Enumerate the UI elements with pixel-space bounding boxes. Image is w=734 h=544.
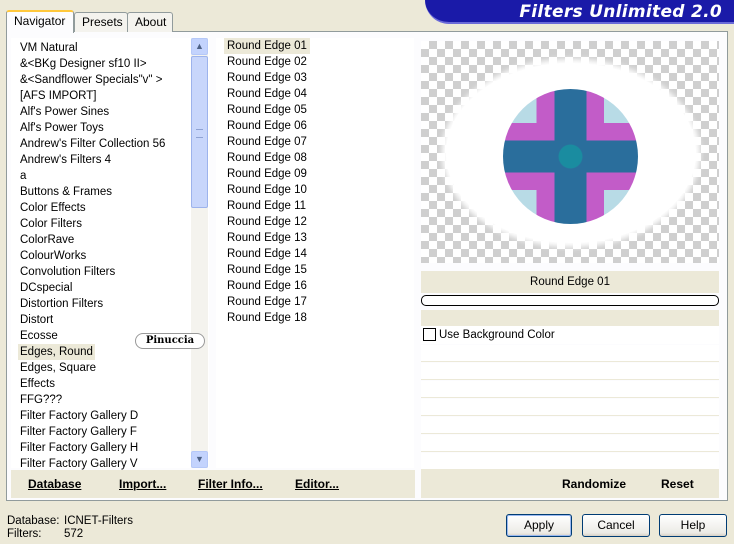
import-button[interactable]: Import... [119, 477, 166, 491]
filter-item[interactable]: Round Edge 13 [224, 230, 310, 246]
category-item[interactable]: &<BKg Designer sf10 II> [18, 56, 149, 72]
filter-item[interactable]: Round Edge 02 [224, 54, 310, 70]
category-item[interactable]: Alf's Power Sines [18, 104, 111, 120]
filter-item[interactable]: Round Edge 10 [224, 182, 310, 198]
filter-item[interactable]: Round Edge 09 [224, 166, 310, 182]
category-item[interactable]: ColourWorks [18, 248, 88, 264]
category-item[interactable]: Color Filters [18, 216, 84, 232]
category-item[interactable]: ColorRave [18, 232, 76, 248]
category-item[interactable]: DCspecial [18, 280, 74, 296]
scroll-up-button[interactable]: ▲ [191, 38, 208, 55]
parameter-strip [421, 310, 719, 326]
banner-title: Filters Unlimited 2.0 [519, 2, 722, 22]
filter-item[interactable]: Round Edge 12 [224, 214, 310, 230]
category-item[interactable]: a [18, 168, 28, 184]
category-item[interactable]: Buttons & Frames [18, 184, 114, 200]
use-bg-color-checkbox[interactable] [423, 328, 436, 341]
category-item[interactable]: Edges, Square [18, 360, 98, 376]
category-item[interactable]: Andrew's Filter Collection 56 [18, 136, 167, 152]
category-item[interactable]: Alf's Power Toys [18, 120, 106, 136]
action-strip: Database Import... Filter Info... Editor… [11, 470, 415, 498]
database-button[interactable]: Database [28, 477, 81, 491]
tab-presets[interactable]: Presets [74, 12, 128, 32]
filter-item[interactable]: Round Edge 16 [224, 278, 310, 294]
filters-count-value: 572 [64, 528, 84, 540]
filter-item[interactable]: Round Edge 14 [224, 246, 310, 262]
category-item[interactable]: Edges, Round [18, 344, 95, 360]
preview-pattern [503, 89, 638, 224]
parameter-slider[interactable] [421, 295, 719, 306]
category-item[interactable]: Filter Factory Gallery H [18, 440, 140, 456]
category-scrollbar[interactable]: ▲ ▼ [191, 38, 208, 468]
editor-button[interactable]: Editor... [295, 477, 339, 491]
category-list[interactable]: VM Natural &<BKg Designer sf10 II> &<Sandf… [11, 38, 209, 470]
filter-info-button[interactable]: Filter Info... [198, 477, 263, 491]
category-item[interactable]: Filter Factory Gallery D [18, 408, 140, 424]
database-label: Database: [7, 515, 60, 527]
category-item[interactable]: Convolution Filters [18, 264, 117, 280]
category-item[interactable]: Filter Factory Gallery F [18, 424, 139, 440]
parameter-row [421, 453, 719, 470]
category-item[interactable]: Distort [18, 312, 55, 328]
preview-filter-name: Round Edge 01 [421, 271, 719, 293]
parameter-row [421, 363, 719, 380]
preview-image [421, 41, 719, 263]
category-item[interactable]: Ecosse [18, 328, 60, 344]
category-item[interactable]: [AFS IMPORT] [18, 88, 98, 104]
filter-item[interactable]: Round Edge 08 [224, 150, 310, 166]
tab-navigator[interactable]: Navigator [6, 10, 74, 33]
filter-list[interactable]: Round Edge 01 Round Edge 02 Round Edge 03 R… [216, 38, 414, 468]
scroll-thumb[interactable] [191, 56, 208, 208]
database-value: ICNET-Filters [64, 515, 133, 527]
category-item[interactable]: Distortion Filters [18, 296, 105, 312]
action-strip-right: Randomize Reset [421, 470, 719, 498]
help-button[interactable]: Help [659, 514, 727, 537]
filter-item[interactable]: Round Edge 11 [224, 198, 309, 214]
filter-item[interactable]: Round Edge 17 [224, 294, 310, 310]
category-item[interactable]: FFG??? [18, 392, 64, 408]
use-bg-color-label: Use Background Color [439, 329, 555, 341]
category-item[interactable]: &<Sandflower Specials"v" > [18, 72, 164, 88]
scroll-down-button[interactable]: ▼ [191, 451, 208, 468]
filter-item[interactable]: Round Edge 04 [224, 86, 310, 102]
parameter-row [421, 381, 719, 398]
parameter-row [421, 417, 719, 434]
category-item[interactable]: VM Natural [18, 40, 80, 56]
filter-item[interactable]: Round Edge 05 [224, 102, 310, 118]
filters-count-label: Filters: [7, 528, 42, 540]
category-item[interactable]: Andrew's Filters 4 [18, 152, 113, 168]
reset-button[interactable]: Reset [661, 477, 694, 491]
filter-item[interactable]: Round Edge 07 [224, 134, 310, 150]
title-banner: Filters Unlimited 2.0 [425, 0, 734, 24]
filter-item[interactable]: Round Edge 15 [224, 262, 310, 278]
parameter-row [421, 345, 719, 362]
parameter-row [421, 399, 719, 416]
filter-item[interactable]: Round Edge 01 [224, 38, 310, 54]
tab-about[interactable]: About [127, 12, 173, 32]
filter-item[interactable]: Round Edge 06 [224, 118, 310, 134]
use-bg-color-row[interactable]: Use Background Color [421, 326, 719, 344]
cancel-button[interactable]: Cancel [582, 514, 650, 537]
category-item[interactable]: Color Effects [18, 200, 88, 216]
category-item[interactable]: Effects [18, 376, 57, 392]
filter-item[interactable]: Round Edge 18 [224, 310, 310, 326]
filter-item[interactable]: Round Edge 03 [224, 70, 310, 86]
apply-button[interactable]: Apply [506, 514, 572, 537]
randomize-button[interactable]: Randomize [562, 477, 626, 491]
watermark-badge: Pinuccia [135, 333, 205, 349]
parameter-row [421, 435, 719, 452]
